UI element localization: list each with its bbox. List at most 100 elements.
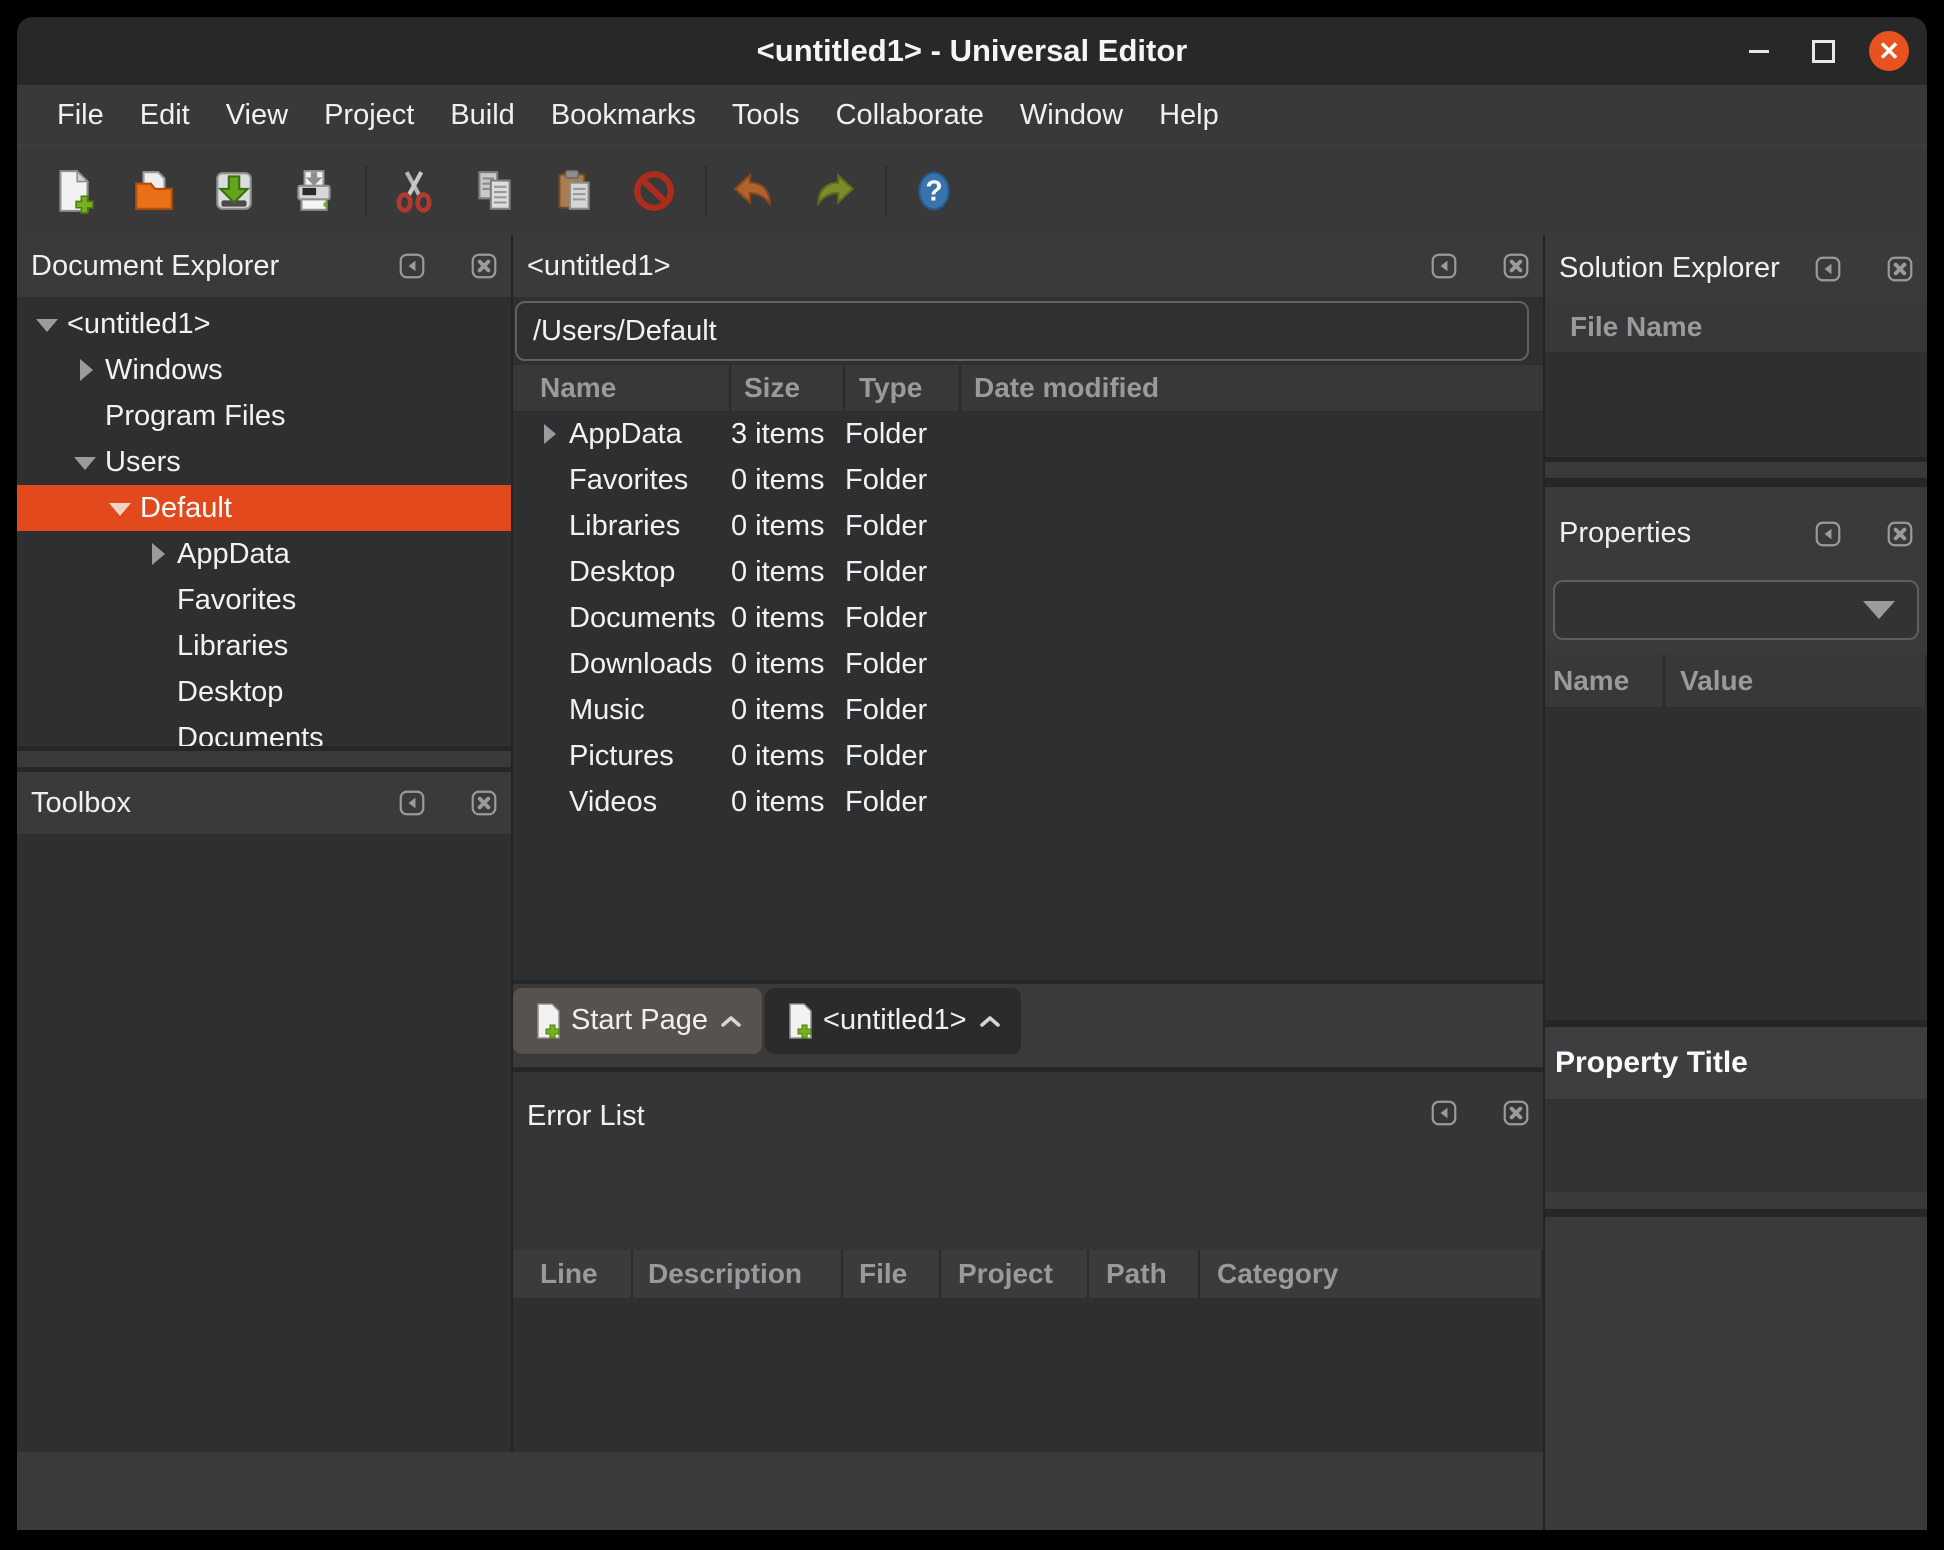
column-header-type[interactable]: Type bbox=[845, 365, 961, 411]
file-row-libraries[interactable]: Libraries0 itemsFolder bbox=[513, 503, 1543, 549]
tree-item-favorites[interactable]: Favorites bbox=[17, 577, 511, 623]
dock-close-button[interactable] bbox=[471, 253, 497, 279]
menu-build[interactable]: Build bbox=[432, 85, 533, 145]
toolbar-separator bbox=[885, 166, 887, 216]
expander-spacer bbox=[145, 588, 169, 612]
horizontal-splitter[interactable] bbox=[1545, 1192, 1927, 1217]
maximize-button[interactable] bbox=[1812, 17, 1835, 85]
tab-untitled1[interactable]: <untitled1> bbox=[765, 988, 1021, 1054]
solution-explorer-header: Solution Explorer bbox=[1545, 235, 1927, 302]
undo-button[interactable] bbox=[731, 168, 777, 214]
file-row-music[interactable]: Music0 itemsFolder bbox=[513, 687, 1543, 733]
tree-item-desktop[interactable]: Desktop bbox=[17, 669, 511, 715]
collapse-left-icon bbox=[1825, 263, 1832, 273]
file-type: Folder bbox=[845, 418, 1543, 451]
horizontal-splitter[interactable] bbox=[17, 746, 511, 772]
tab-start-page[interactable]: Start Page bbox=[513, 988, 762, 1054]
column-header-prop-value[interactable]: Value bbox=[1665, 655, 1927, 707]
menu-bookmarks[interactable]: Bookmarks bbox=[533, 85, 714, 145]
file-type: Folder bbox=[845, 556, 1543, 589]
dock-collapse-button[interactable] bbox=[1815, 521, 1841, 547]
column-header-date-modified[interactable]: Date modified bbox=[961, 365, 1543, 411]
dock-close-button[interactable] bbox=[471, 790, 497, 816]
dock-collapse-button[interactable] bbox=[1431, 253, 1457, 279]
undo-icon bbox=[731, 168, 777, 214]
menu-help[interactable]: Help bbox=[1141, 85, 1237, 145]
titlebar[interactable]: <untitled1> - Universal Editor ✕ bbox=[17, 17, 1927, 85]
dock-collapse-button[interactable] bbox=[399, 253, 425, 279]
column-header-path[interactable]: Path bbox=[1089, 1250, 1200, 1298]
chevron-right-icon[interactable] bbox=[73, 358, 97, 382]
menu-view[interactable]: View bbox=[208, 85, 306, 145]
column-header-file-name[interactable]: File Name bbox=[1545, 302, 1927, 352]
chevron-down-icon[interactable] bbox=[108, 496, 132, 520]
properties-title: Properties bbox=[1559, 517, 1795, 550]
column-header-project[interactable]: Project bbox=[941, 1250, 1089, 1298]
tree-item-default[interactable]: Default bbox=[17, 485, 511, 531]
copy-button[interactable] bbox=[471, 168, 517, 214]
column-header-size[interactable]: Size bbox=[731, 365, 845, 411]
document-header: <untitled1> bbox=[513, 235, 1543, 297]
tree-item-users[interactable]: Users bbox=[17, 439, 511, 485]
open-button[interactable] bbox=[131, 168, 177, 214]
dock-collapse-button[interactable] bbox=[399, 790, 425, 816]
menu-file[interactable]: File bbox=[39, 85, 122, 145]
tree-item-documents[interactable]: Documents bbox=[17, 715, 511, 746]
print-button[interactable] bbox=[291, 168, 337, 214]
close-button[interactable]: ✕ bbox=[1869, 17, 1909, 85]
chevron-up-icon[interactable] bbox=[720, 1014, 742, 1028]
menu-window[interactable]: Window bbox=[1002, 85, 1141, 145]
chevron-down-icon[interactable] bbox=[35, 312, 59, 336]
dock-close-button[interactable] bbox=[1503, 253, 1529, 279]
tree-item-label: Favorites bbox=[177, 584, 296, 617]
maximize-icon bbox=[1812, 40, 1835, 63]
dock-close-button[interactable] bbox=[1503, 1100, 1529, 1126]
redo-button[interactable] bbox=[811, 168, 857, 214]
dock-close-button[interactable] bbox=[1887, 256, 1913, 282]
file-row-videos[interactable]: Videos0 itemsFolder bbox=[513, 779, 1543, 825]
paste-button[interactable] bbox=[551, 168, 597, 214]
stop-button[interactable] bbox=[631, 168, 677, 214]
file-row-downloads[interactable]: Downloads0 itemsFolder bbox=[513, 641, 1543, 687]
tree-item-label: Default bbox=[140, 492, 232, 525]
file-name: Downloads bbox=[569, 648, 731, 681]
property-object-select[interactable] bbox=[1553, 580, 1919, 640]
column-header-line[interactable]: Line bbox=[513, 1250, 633, 1298]
dock-collapse-button[interactable] bbox=[1431, 1100, 1457, 1126]
help-button[interactable]: ? bbox=[911, 168, 957, 214]
properties-combo-zone bbox=[1545, 580, 1927, 655]
dock-collapse-button[interactable] bbox=[1815, 256, 1841, 282]
tree-item-program-files[interactable]: Program Files bbox=[17, 393, 511, 439]
chevron-right-icon[interactable] bbox=[539, 423, 561, 445]
column-header-name[interactable]: Name bbox=[513, 365, 731, 411]
tree-item-libraries[interactable]: Libraries bbox=[17, 623, 511, 669]
horizontal-splitter[interactable] bbox=[1545, 457, 1927, 483]
document-explorer-header: Document Explorer bbox=[17, 235, 511, 297]
tree-item-windows[interactable]: Windows bbox=[17, 347, 511, 393]
new-file-button[interactable] bbox=[51, 168, 97, 214]
file-row-favorites[interactable]: Favorites0 itemsFolder bbox=[513, 457, 1543, 503]
menu-tools[interactable]: Tools bbox=[714, 85, 818, 145]
tree-item-appdata[interactable]: AppData bbox=[17, 531, 511, 577]
minimize-button[interactable] bbox=[1749, 17, 1769, 85]
column-header-category[interactable]: Category bbox=[1200, 1250, 1543, 1298]
column-header-file[interactable]: File bbox=[843, 1250, 941, 1298]
tree-item-untitled1[interactable]: <untitled1> bbox=[17, 301, 511, 347]
chevron-up-icon[interactable] bbox=[979, 1014, 1001, 1028]
menu-collaborate[interactable]: Collaborate bbox=[818, 85, 1002, 145]
save-button[interactable] bbox=[211, 168, 257, 214]
file-row-appdata[interactable]: AppData3 itemsFolder bbox=[513, 411, 1543, 457]
column-header-description[interactable]: Description bbox=[633, 1250, 843, 1298]
column-header-prop-name[interactable]: Name bbox=[1545, 655, 1665, 707]
cut-button[interactable] bbox=[391, 168, 437, 214]
menu-project[interactable]: Project bbox=[306, 85, 432, 145]
chevron-down-icon[interactable] bbox=[73, 450, 97, 474]
file-row-documents[interactable]: Documents0 itemsFolder bbox=[513, 595, 1543, 641]
chevron-right-icon[interactable] bbox=[145, 542, 169, 566]
menu-edit[interactable]: Edit bbox=[122, 85, 208, 145]
dock-close-button[interactable] bbox=[1887, 521, 1913, 547]
close-icon bbox=[1896, 264, 1905, 273]
file-row-desktop[interactable]: Desktop0 itemsFolder bbox=[513, 549, 1543, 595]
path-input[interactable]: /Users/Default bbox=[515, 301, 1529, 361]
file-row-pictures[interactable]: Pictures0 itemsFolder bbox=[513, 733, 1543, 779]
